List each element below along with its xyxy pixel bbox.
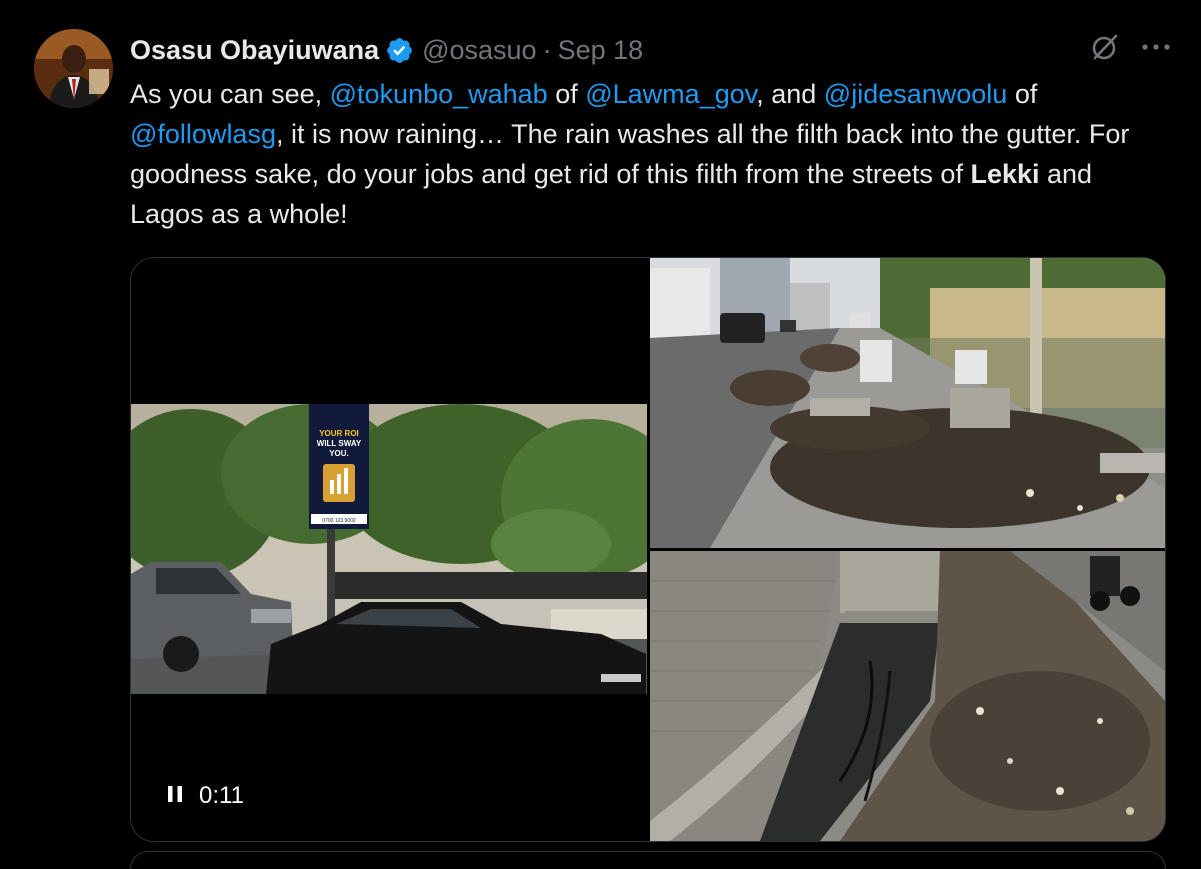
text-segment: of	[1007, 79, 1038, 109]
billboard-text: YOU.	[329, 449, 349, 458]
quoted-tweet-card[interactable]	[130, 851, 1166, 869]
mention-link[interactable]: @Lawma_gov	[585, 79, 756, 109]
text-segment: , and	[756, 79, 824, 109]
mention-link[interactable]: @followlasg	[130, 119, 276, 149]
billboard-phone: 0700 123 9002	[322, 518, 356, 524]
verified-badge-icon	[385, 36, 414, 65]
text-segment-bold: Lekki	[970, 159, 1040, 189]
separator-dot: ·	[542, 34, 552, 65]
timestamp[interactable]: Sep 18	[558, 35, 644, 66]
video-timecode: 0:11	[199, 782, 244, 809]
avatar-image	[34, 29, 113, 108]
avatar[interactable]	[34, 29, 113, 108]
photo-street-gutter[interactable]	[650, 258, 1165, 548]
mention-link[interactable]: @jidesanwoolu	[824, 79, 1008, 109]
tweet-text: As you can see, @tokunbo_wahab of @Lawma…	[130, 74, 1170, 234]
video-controls: 0:11	[165, 782, 244, 810]
billboard-text: YOUR ROI	[319, 429, 359, 438]
display-name[interactable]: Osasu Obayiuwana	[130, 35, 379, 66]
pause-icon[interactable]	[165, 784, 185, 809]
mention-link[interactable]: @tokunbo_wahab	[330, 79, 548, 109]
more-icon[interactable]	[1141, 42, 1171, 52]
tweet-actions	[1091, 33, 1171, 61]
grok-icon[interactable]	[1091, 33, 1119, 61]
tweet[interactable]: Osasu Obayiuwana @osasuo · Sep 18 As you…	[0, 0, 1201, 869]
media-grid: YOUR ROI WILL SWAY YOU. 0700 123 9002 0:…	[130, 257, 1166, 842]
user-handle[interactable]: @osasuo	[422, 35, 536, 66]
video-frame[interactable]: YOUR ROI WILL SWAY YOU. 0700 123 9002	[131, 404, 647, 694]
photo-open-drain[interactable]	[650, 551, 1165, 841]
billboard-text: WILL SWAY	[317, 439, 362, 448]
text-segment: of	[547, 79, 586, 109]
video-player[interactable]: YOUR ROI WILL SWAY YOU. 0700 123 9002 0:…	[131, 258, 647, 841]
text-segment: As you can see,	[130, 79, 330, 109]
tweet-header: Osasu Obayiuwana @osasuo · Sep 18	[130, 30, 643, 70]
